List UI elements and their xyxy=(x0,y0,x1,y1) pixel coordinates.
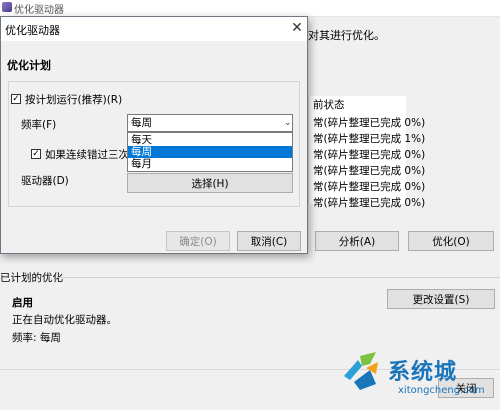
checkmark-icon: ✓ xyxy=(12,94,20,104)
schedule-status-description: 正在自动优化驱动器。 xyxy=(12,314,117,326)
drive-status-row[interactable]: 常(碎片整理已完成 0%) xyxy=(313,195,425,210)
drive-status-row[interactable]: 常(碎片整理已完成 0%) xyxy=(313,147,425,162)
scheduled-optimization-label: 已计划的优化 xyxy=(0,272,63,284)
section-divider xyxy=(58,277,500,278)
frequency-option-daily[interactable]: 每天 xyxy=(128,134,292,146)
drive-status-row[interactable]: 常(碎片整理已完成 0%) xyxy=(313,179,425,194)
drive-status-row[interactable]: 常(碎片整理已完成 0%) xyxy=(313,115,425,130)
checkmark-icon: ✓ xyxy=(32,149,40,159)
schedule-frequency-text: 频率: 每周 xyxy=(12,332,61,344)
brand-logo-icon xyxy=(344,352,378,390)
choose-drives-button[interactable]: 选择(H) xyxy=(127,173,293,193)
dialog-title-bar[interactable]: 优化驱动器 ✕ xyxy=(1,17,307,41)
ok-button[interactable]: 确定(O) xyxy=(166,231,230,251)
background-window-title: 优化驱动器 xyxy=(14,5,64,16)
frequency-select[interactable]: 每周 ⌄ xyxy=(127,114,293,132)
drives-label: 驱动器(D) xyxy=(21,175,69,187)
schedule-checkbox-label[interactable]: 按计划运行(推荐)(R) xyxy=(25,92,122,107)
notify-checkbox[interactable]: ✓ xyxy=(31,149,41,159)
change-settings-button[interactable]: 更改设置(S) xyxy=(387,289,495,309)
optimize-schedule-dialog: 优化驱动器 ✕ 优化计划 ✓ 按计划运行(推荐)(R) 频率(F) ✓ 如果连续… xyxy=(0,16,308,254)
cancel-button[interactable]: 取消(C) xyxy=(237,231,301,251)
analyze-button[interactable]: 分析(A) xyxy=(315,231,399,251)
dialog-title: 优化驱动器 xyxy=(5,24,60,37)
close-icon[interactable]: ✕ xyxy=(287,18,307,38)
frequency-selected-value: 每周 xyxy=(131,117,152,129)
optimize-button[interactable]: 优化(O) xyxy=(408,231,494,251)
schedule-status-title: 启用 xyxy=(12,297,33,309)
app-icon xyxy=(2,2,12,12)
section-heading: 优化计划 xyxy=(7,59,51,72)
drive-status-list: 前状态 常(碎片整理已完成 0%) 常(碎片整理已完成 1%) 常(碎片整理已完… xyxy=(308,96,425,209)
frequency-dropdown-list: 每天 每周 每月 xyxy=(127,132,293,172)
drive-status-row[interactable]: 常(碎片整理已完成 0%) xyxy=(313,163,425,178)
chevron-down-icon[interactable]: ⌄ xyxy=(284,115,292,131)
background-description: 对其进行优化。 xyxy=(308,29,385,42)
watermark-url: xitongcheng.com xyxy=(398,385,485,396)
frequency-label: 频率(F) xyxy=(21,119,57,131)
background-title-bar xyxy=(0,0,500,17)
watermark-brand: 系统城 xyxy=(388,360,458,385)
schedule-checkbox[interactable]: ✓ xyxy=(11,94,21,104)
frequency-option-weekly[interactable]: 每周 xyxy=(128,146,292,158)
drive-status-row[interactable]: 常(碎片整理已完成 1%) xyxy=(313,131,425,146)
column-header-status[interactable]: 前状态 xyxy=(313,97,345,112)
frequency-option-monthly[interactable]: 每月 xyxy=(128,158,292,170)
